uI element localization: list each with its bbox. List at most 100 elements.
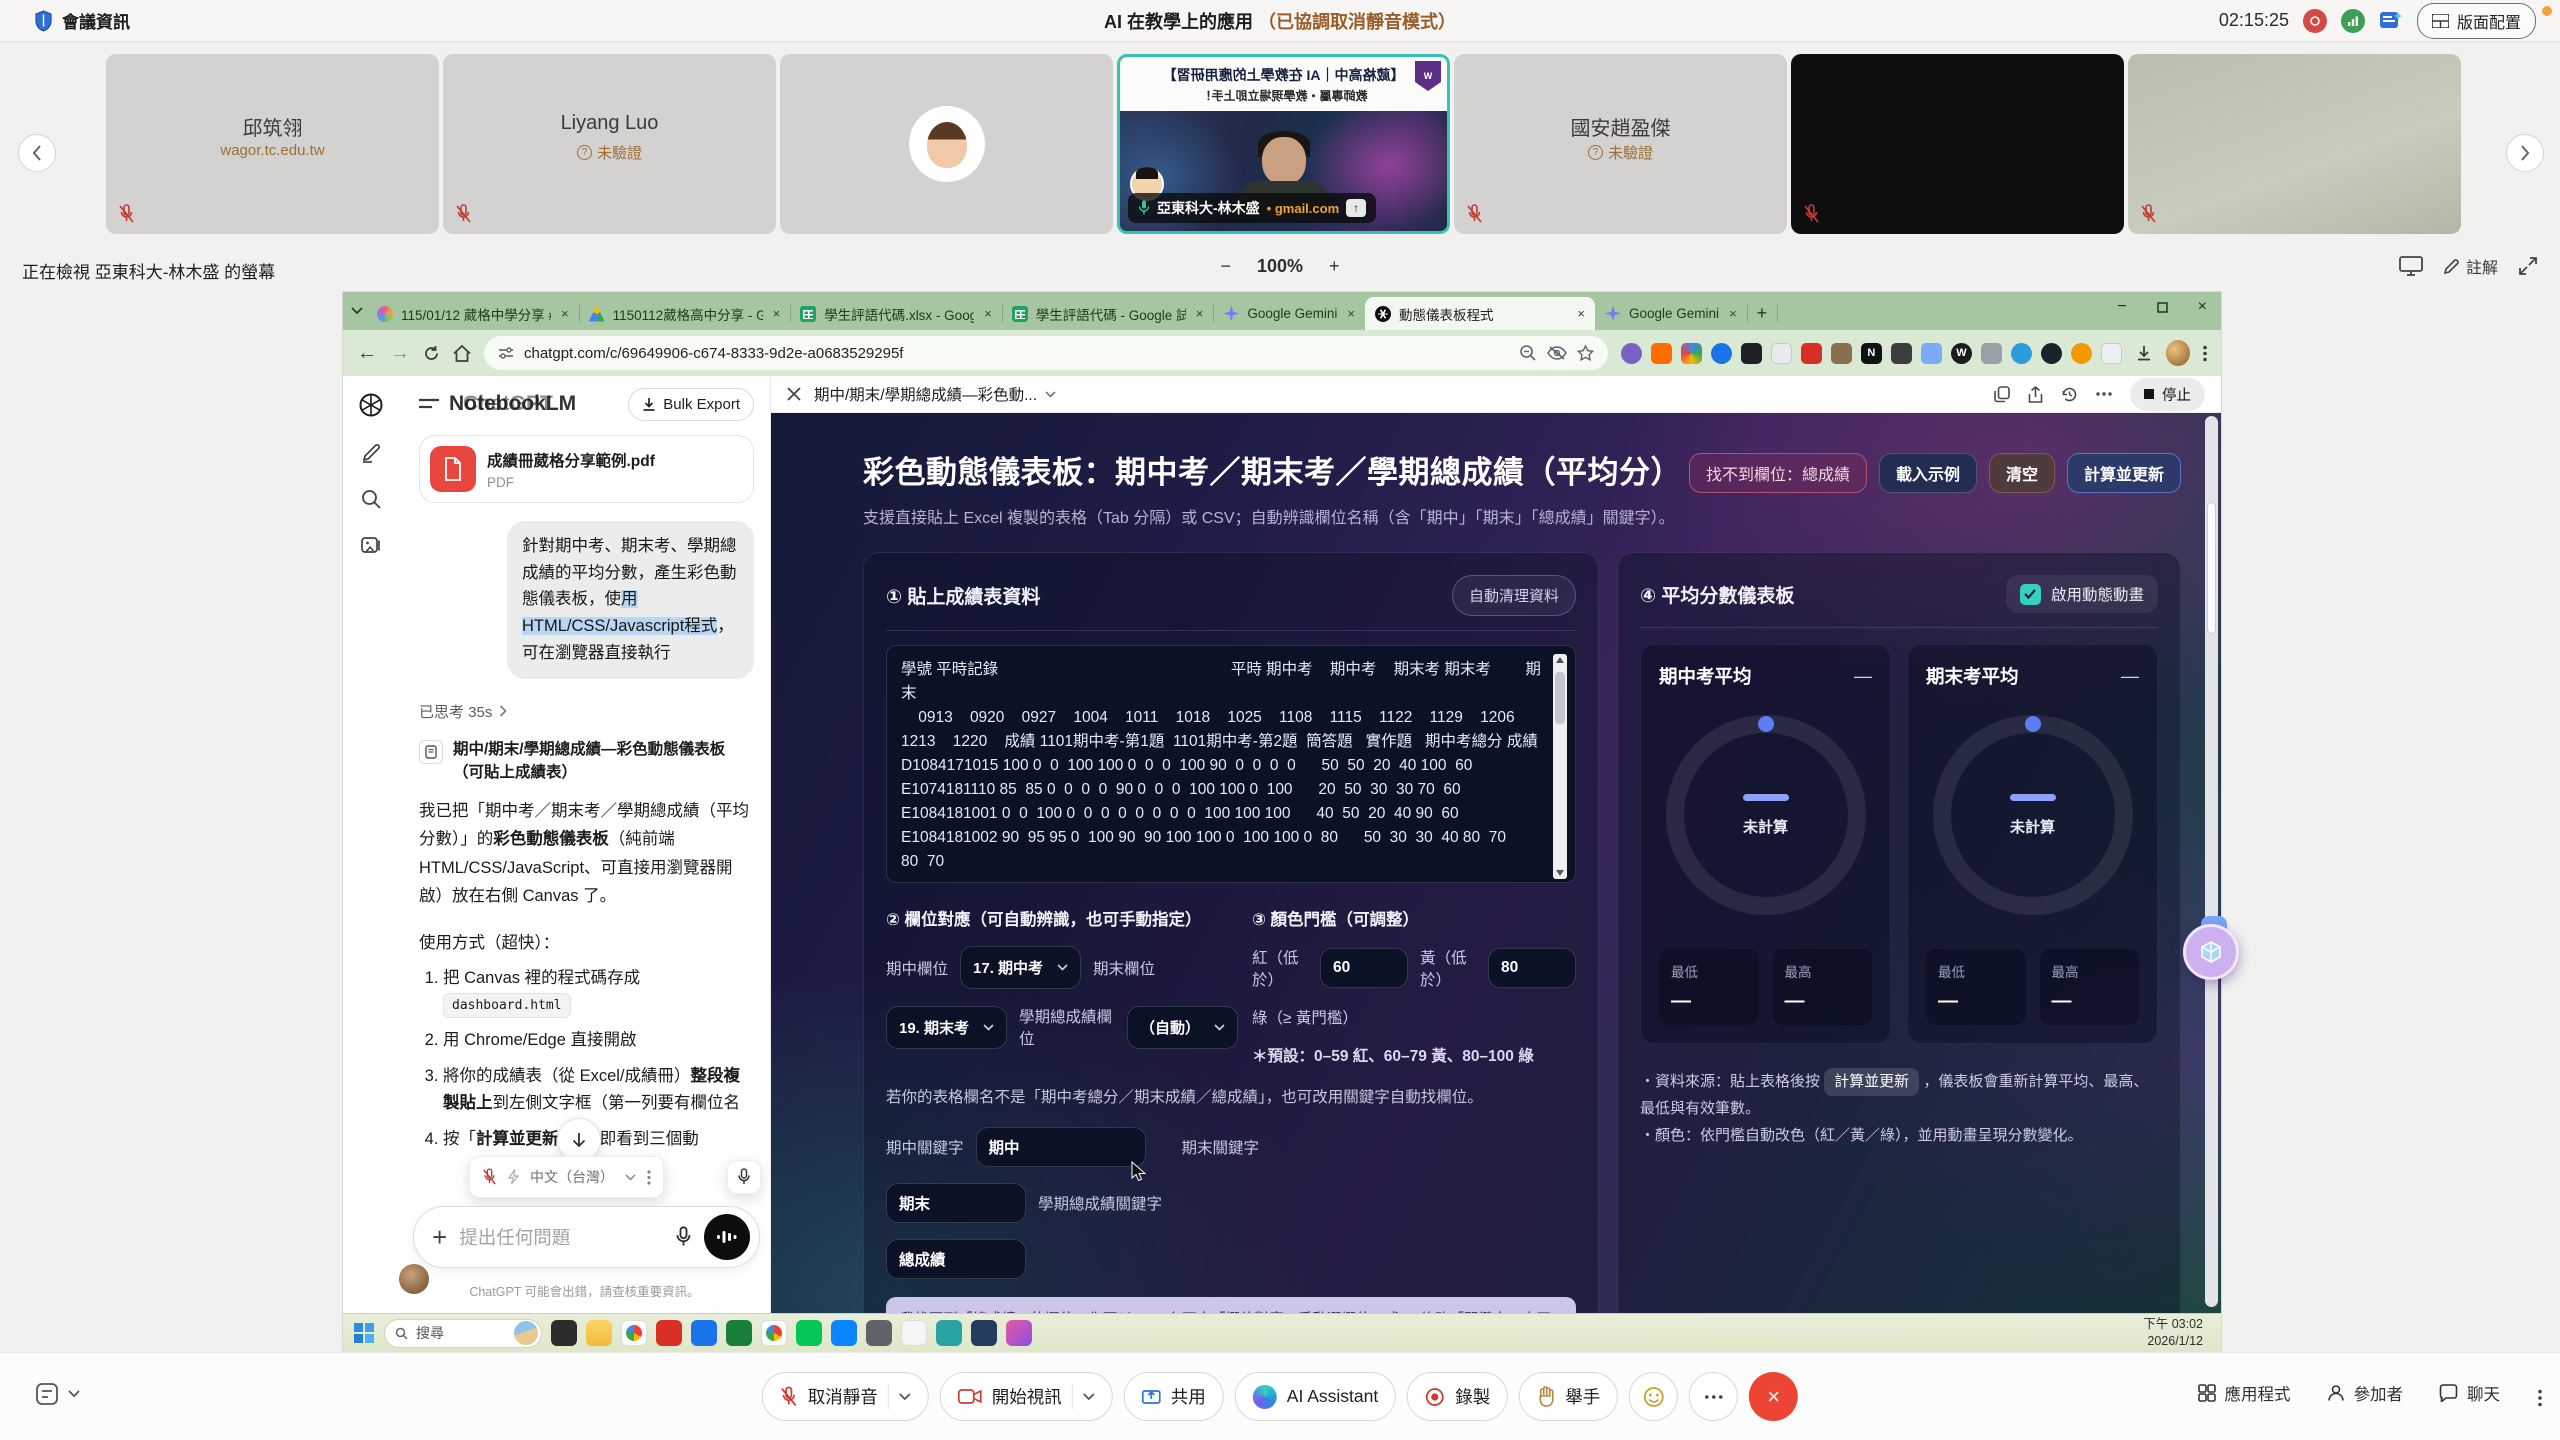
tab-close-icon[interactable]: ×	[1577, 306, 1585, 321]
taskbar-app-icon[interactable]	[936, 1320, 962, 1346]
attached-file-card[interactable]: 成績冊葳格分享範例.pdf PDF	[419, 435, 754, 503]
extension-icon[interactable]	[1891, 343, 1912, 364]
load-sample-button[interactable]: 載入示例	[1879, 453, 1977, 493]
scroll-right-button[interactable]	[2506, 134, 2544, 172]
taskbar-app-icon[interactable]	[866, 1320, 892, 1346]
apps-panel-button[interactable]: 應用程式	[2198, 1381, 2291, 1405]
zoom-in-button[interactable]: +	[1329, 256, 1340, 277]
fullscreen-icon[interactable]	[2518, 256, 2538, 276]
bookmark-star-icon[interactable]	[1577, 345, 1594, 361]
taskbar-app-icon[interactable]	[726, 1320, 752, 1346]
canvas-title[interactable]: 期中/期末/學期總成績—彩色動...	[814, 383, 1056, 405]
voice-input-icon[interactable]	[675, 1226, 692, 1248]
taskbar-app-icon[interactable]	[761, 1320, 787, 1346]
extension-icon[interactable]: W	[1951, 343, 1972, 364]
overflow-menu-icon[interactable]	[2538, 1389, 2542, 1407]
chevron-down-icon[interactable]	[1083, 1393, 1095, 1401]
back-button[interactable]: ←	[357, 342, 377, 365]
address-bar[interactable]: chatgpt.com/c/69649906-c674-8333-9d2e-a0…	[484, 336, 1608, 370]
participant-tile-camera-wall[interactable]	[2128, 54, 2461, 234]
textarea-scrollbar[interactable]	[1553, 654, 1567, 879]
chat-panel-button[interactable]: 聊天	[2439, 1381, 2500, 1405]
voice-mode-button[interactable]	[704, 1214, 750, 1260]
extension-icon[interactable]: N	[1861, 343, 1882, 364]
user-avatar[interactable]	[399, 1264, 429, 1294]
extension-icon[interactable]	[1621, 343, 1642, 364]
extension-icon[interactable]	[2071, 343, 2092, 364]
start-video-button[interactable]: 開始視訊	[940, 1372, 1113, 1421]
new-tab-button[interactable]: +	[1747, 297, 1778, 330]
extension-icon[interactable]	[2011, 343, 2032, 364]
active-speaker-tile[interactable]: 【葳格高中｜AI 在教學上的應用研習】 教師專屬・教學現場立即上手！ 亞東科大-…	[1117, 54, 1450, 234]
browser-tab-active[interactable]: 動態儀表板程式×	[1365, 297, 1595, 330]
participant-tile[interactable]: 國安趙盈傑 ?未驗證	[1454, 54, 1787, 234]
muted-mic-icon[interactable]	[482, 1168, 497, 1186]
extension-icon[interactable]	[1651, 343, 1672, 364]
sidebar-toggle-icon[interactable]	[419, 398, 439, 412]
leave-meeting-button[interactable]: ×	[1749, 1372, 1798, 1421]
taskbar-app-icon[interactable]	[586, 1320, 612, 1346]
zoom-out-button[interactable]: −	[1220, 256, 1231, 277]
display-icon[interactable]	[2399, 256, 2423, 276]
ai-assistant-button[interactable]: AI Assistant	[1235, 1372, 1396, 1421]
window-minimize-button[interactable]: −	[2117, 298, 2126, 316]
new-chat-icon[interactable]	[360, 442, 382, 464]
dictation-mic-button[interactable]	[727, 1160, 761, 1194]
history-icon[interactable]	[2061, 386, 2078, 403]
taskbar-app-icon[interactable]	[551, 1320, 577, 1346]
browser-tab[interactable]: Google Gemini×	[1213, 297, 1365, 330]
reload-button[interactable]	[423, 345, 440, 362]
meeting-info-button[interactable]: 會議資訊	[34, 8, 130, 33]
promote-icon[interactable]: ↑	[1346, 199, 1366, 217]
thinking-time[interactable]: 已思考 35s	[419, 701, 754, 722]
participant-tile-camera-dark[interactable]	[1791, 54, 2124, 234]
extension-icon[interactable]	[1981, 343, 2002, 364]
midterm-keyword-input[interactable]	[976, 1127, 1146, 1167]
taskbar-app-icon[interactable]	[1006, 1320, 1032, 1346]
app-title[interactable]: ChatGPT NotebookLM	[449, 390, 607, 420]
home-button[interactable]	[453, 345, 471, 362]
record-button[interactable]: 錄製	[1407, 1372, 1508, 1421]
bulk-export-button[interactable]: Bulk Export	[628, 388, 754, 421]
canvas-scrollbar[interactable]	[2205, 416, 2218, 1307]
annotate-button[interactable]: 註解	[2443, 254, 2498, 278]
browser-tab[interactable]: 學生評語代碼 - Google 試算表×	[1002, 297, 1214, 330]
taskbar-app-icon[interactable]	[901, 1320, 927, 1346]
extension-icon[interactable]	[1681, 343, 1702, 364]
gauge-collapse[interactable]: —	[1854, 666, 1872, 687]
tab-close-icon[interactable]: ×	[773, 306, 781, 321]
audio-device-button[interactable]	[34, 1381, 80, 1407]
tab-search-icon[interactable]	[351, 307, 363, 315]
final-keyword-input[interactable]	[886, 1183, 1026, 1223]
window-close-button[interactable]: ×	[2198, 298, 2207, 316]
share-button[interactable]: 共用	[1124, 1372, 1224, 1421]
scroll-left-button[interactable]	[18, 134, 56, 172]
participant-tile[interactable]	[780, 54, 1113, 234]
library-icon[interactable]	[360, 534, 382, 556]
grades-paste-textarea[interactable]: 學號 平時記錄 平時 期中考 期中考 期末考 期末考 期末 0913 0920 …	[886, 645, 1576, 883]
total-keyword-input[interactable]	[886, 1239, 1026, 1279]
chatgpt-logo-icon[interactable]	[358, 392, 384, 418]
canvas-close-icon[interactable]	[787, 387, 801, 401]
browser-menu-icon[interactable]	[2203, 345, 2207, 362]
auto-clean-button[interactable]: 自動清理資料	[1452, 575, 1576, 616]
layout-button[interactable]: 版面配置	[2417, 3, 2536, 39]
clear-button[interactable]: 清空	[1989, 453, 2055, 493]
browser-tab[interactable]: 1150112葳格高中分享 - Goo×	[579, 297, 791, 330]
window-maximize-button[interactable]	[2157, 302, 2168, 313]
attach-icon[interactable]: +	[432, 1222, 447, 1253]
taskbar-app-icon[interactable]	[621, 1320, 647, 1346]
browser-tab[interactable]: Google Gemini×	[1595, 297, 1747, 330]
extension-icon[interactable]	[1801, 343, 1822, 364]
tab-close-icon[interactable]: ×	[984, 306, 992, 321]
extension-icon[interactable]	[2101, 343, 2122, 364]
yellow-threshold-input[interactable]	[1488, 948, 1576, 988]
forward-button[interactable]: →	[390, 342, 410, 365]
extension-icon[interactable]	[1711, 343, 1732, 364]
final-column-select[interactable]: 19. 期末考	[886, 1006, 1007, 1049]
canvas-menu-icon[interactable]	[2096, 392, 2112, 396]
chevron-down-icon[interactable]	[625, 1174, 636, 1181]
extension-icon[interactable]	[1741, 343, 1762, 364]
tab-close-icon[interactable]: ×	[1347, 306, 1355, 321]
taskbar-app-icon[interactable]	[656, 1320, 682, 1346]
